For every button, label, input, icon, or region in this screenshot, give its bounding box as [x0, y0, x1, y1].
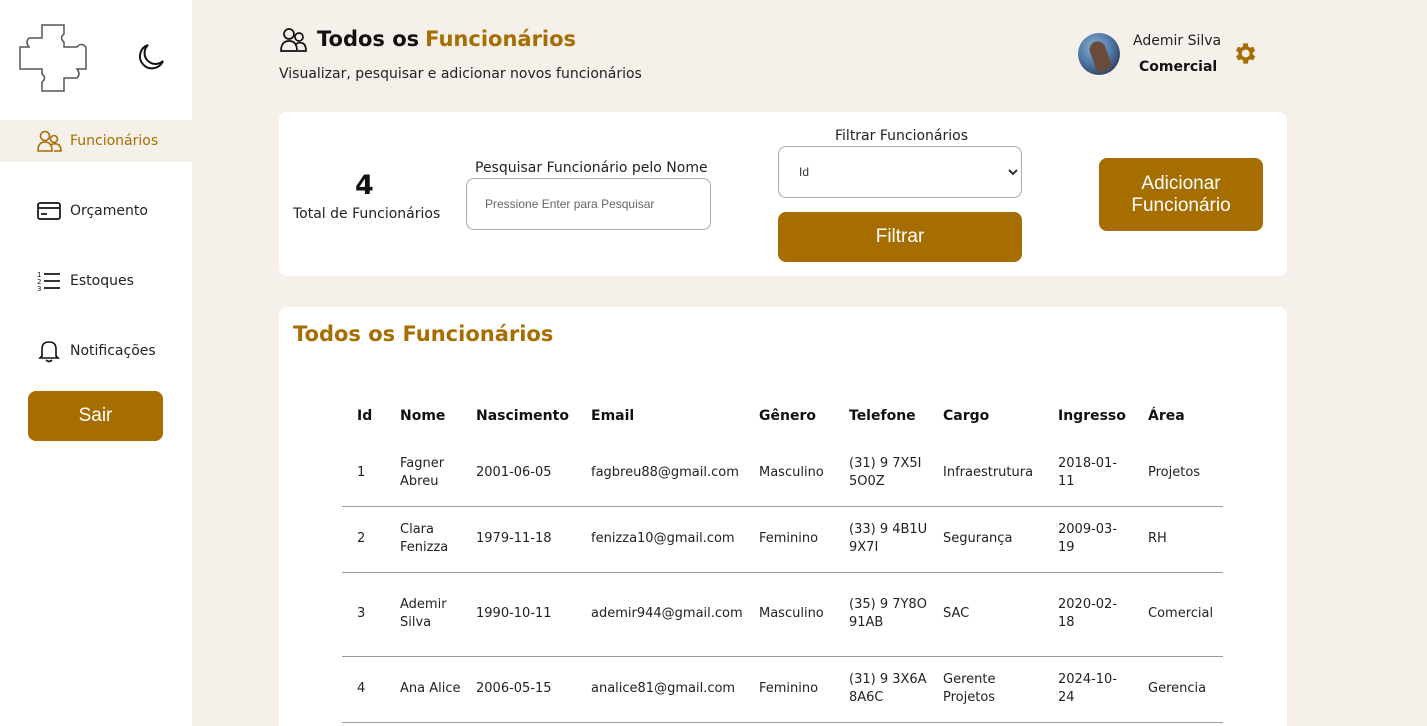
cell-email: fagbreu88@gmail.com: [576, 440, 744, 507]
table-header-row: Id Nome Nascimento Email Gênero Telefone…: [342, 392, 1223, 440]
column-header[interactable]: Nascimento: [461, 392, 576, 440]
sidebar-item-label: Funcionários: [70, 133, 159, 149]
sidebar-item-orcamento[interactable]: Orçamento: [0, 190, 192, 232]
gear-icon[interactable]: [1231, 40, 1258, 67]
users-icon: [280, 28, 307, 52]
sidebar-item-notificacoes[interactable]: Notificações: [0, 330, 192, 372]
sidebar-item-funcionarios[interactable]: Funcionários: [0, 120, 192, 162]
table-row[interactable]: 3 Ademir Silva 1990-10-11 ademir944@gmai…: [342, 572, 1223, 657]
filter-label: Filtrar Funcionários: [835, 128, 968, 144]
cell-email: ademir944@gmail.com: [576, 572, 744, 657]
cell-email: analice81@gmail.com: [576, 656, 744, 723]
column-header[interactable]: Id: [342, 392, 385, 440]
cell-genero: Feminino: [744, 656, 834, 723]
cell-cargo: SAC: [928, 572, 1043, 657]
cell-nome: Ana Alice: [385, 656, 461, 723]
numbered-list-icon: 123: [36, 268, 62, 294]
cell-id: 1: [342, 440, 385, 507]
cell-genero: Masculino: [744, 440, 834, 507]
bell-icon: [36, 338, 62, 364]
cell-telefone: (31) 9 3X6A 8A6C: [834, 656, 928, 723]
cell-genero: Masculino: [744, 572, 834, 657]
cell-genero: Feminino: [744, 506, 834, 573]
cell-cargo: Gerente Projetos: [928, 656, 1043, 723]
sidebar-item-estoques[interactable]: 123 Estoques: [0, 260, 192, 302]
column-header[interactable]: Email: [576, 392, 744, 440]
total-label: Total de Funcionários: [293, 206, 441, 222]
cell-nome: Clara Fenizza: [385, 506, 461, 573]
cell-ingresso: 2024-10-24: [1043, 656, 1133, 723]
cell-id: 4: [342, 656, 385, 723]
page-title-accent: Funcionários: [425, 27, 577, 51]
column-header[interactable]: Área: [1133, 392, 1223, 440]
credit-card-icon: [36, 198, 62, 224]
cell-ingresso: 2018-01-11: [1043, 440, 1133, 507]
avatar[interactable]: [1078, 33, 1120, 75]
search-input[interactable]: [466, 178, 711, 230]
cell-area: Comercial: [1133, 572, 1223, 657]
cell-area: Gerencia: [1133, 656, 1223, 723]
cell-area: RH: [1133, 506, 1223, 573]
table-title: Todos os Funcionários: [293, 322, 554, 346]
table-row[interactable]: 2 Clara Fenizza 1979-11-18 fenizza10@gma…: [342, 506, 1223, 573]
table-row[interactable]: 4 Ana Alice 2006-05-15 analice81@gmail.c…: [342, 656, 1223, 723]
cell-telefone: (31) 9 7X5I 5O0Z: [834, 440, 928, 507]
employees-table: Id Nome Nascimento Email Gênero Telefone…: [342, 392, 1223, 723]
cell-id: 2: [342, 506, 385, 573]
cell-cargo: Segurança: [928, 506, 1043, 573]
column-header[interactable]: Ingresso: [1043, 392, 1133, 440]
cell-nascimento: 1979-11-18: [461, 506, 576, 573]
cell-nascimento: 1990-10-11: [461, 572, 576, 657]
table-row[interactable]: 1 Fagner Abreu 2001-06-05 fagbreu88@gmai…: [342, 440, 1223, 507]
user-area: Comercial: [1139, 59, 1218, 75]
cell-email: fenizza10@gmail.com: [576, 506, 744, 573]
cell-nascimento: 2006-05-15: [461, 656, 576, 723]
sidebar-item-label: Orçamento: [70, 203, 148, 219]
filter-button[interactable]: Filtrar: [778, 212, 1022, 262]
page-subtitle: Visualizar, pesquisar e adicionar novos …: [279, 66, 642, 82]
cell-area: Projetos: [1133, 440, 1223, 507]
page-title-prefix: Todos os: [317, 27, 420, 51]
column-header[interactable]: Nome: [385, 392, 461, 440]
column-header[interactable]: Gênero: [744, 392, 834, 440]
total-count: 4: [355, 170, 374, 201]
filter-select[interactable]: Id: [778, 146, 1022, 198]
cell-id: 3: [342, 572, 385, 657]
sidebar: Funcionários Orçamento 123 Estoques Noti…: [0, 0, 192, 726]
page-title: Todos os Funcionários: [317, 27, 576, 51]
add-employee-button[interactable]: Adicionar Funcionário: [1099, 158, 1263, 231]
users-icon: [36, 128, 62, 154]
user-name: Ademir Silva: [1133, 33, 1222, 49]
cell-nome: Ademir Silva: [385, 572, 461, 657]
logout-button[interactable]: Sair: [28, 391, 163, 441]
column-header[interactable]: Telefone: [834, 392, 928, 440]
svg-text:3: 3: [37, 285, 41, 292]
cell-telefone: (33) 9 4B1U 9X7I: [834, 506, 928, 573]
cell-ingresso: 2020-02-18: [1043, 572, 1133, 657]
column-header[interactable]: Cargo: [928, 392, 1043, 440]
cell-ingresso: 2009-03-19: [1043, 506, 1133, 573]
logo-cross-icon: [19, 24, 87, 92]
search-label: Pesquisar Funcionário pelo Nome: [475, 160, 708, 176]
sidebar-item-label: Estoques: [70, 273, 134, 289]
sidebar-item-label: Notificações: [70, 343, 156, 359]
cell-nascimento: 2001-06-05: [461, 440, 576, 507]
cell-telefone: (35) 9 7Y8O 91AB: [834, 572, 928, 657]
cell-cargo: Infraestrutura: [928, 440, 1043, 507]
moon-icon[interactable]: [136, 42, 166, 72]
cell-nome: Fagner Abreu: [385, 440, 461, 507]
